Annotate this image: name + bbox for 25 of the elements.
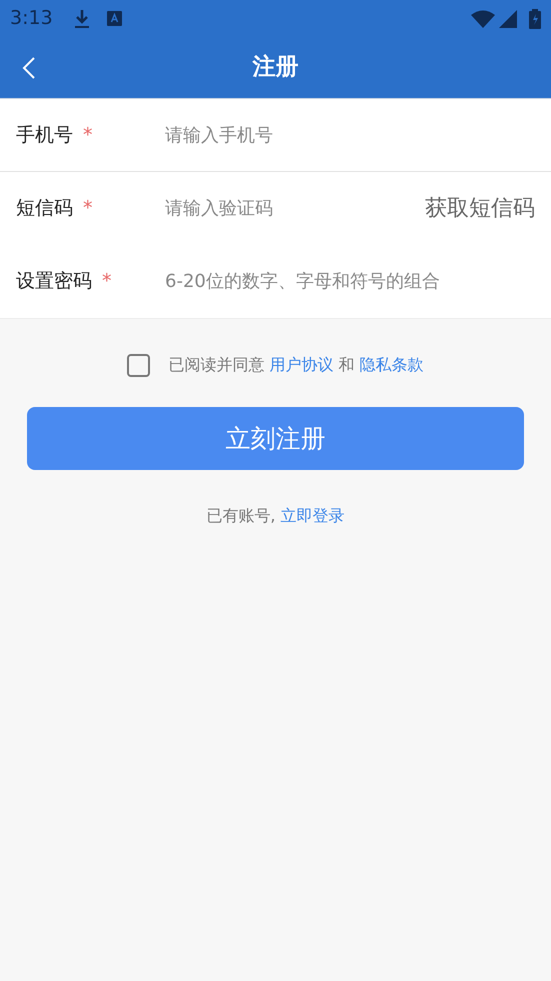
signal-icon [499,10,517,28]
input-field[interactable]: 6-20位的数字、字母和符号的组合 [165,262,535,302]
required-mark: * [83,196,92,222]
register-button[interactable]: 立刻注册 [27,407,524,470]
status-time: 3:13 [10,6,53,32]
keyboard-icon [106,11,122,26]
required-mark: * [83,122,92,148]
chevron-left-icon [22,56,36,80]
required-mark: * [102,269,112,294]
download-icon [72,8,91,28]
battery-icon [529,8,541,28]
get-code-button[interactable]: 获取短信码 [425,192,535,225]
login-link[interactable]: 立即登录 [280,506,345,525]
user-agreement-link[interactable]: 用户协议 [269,355,334,374]
input-field[interactable]: 请输入手机号 [165,115,535,155]
field-label: 设置密码 [16,269,92,294]
input-field[interactable]: 请输入验证码 [165,188,425,228]
agreement-checkbox[interactable] [127,354,150,376]
privacy-policy-link[interactable]: 隐私条款 [360,355,424,374]
login-prompt: 已有账号, 立即登录 [205,505,346,527]
field-label: 手机号 [16,122,73,148]
wifi-icon [471,10,495,28]
field-label: 短信码 [16,196,73,222]
agreement-text: 已阅读并同意 用户协议 和 隐私条款 [168,354,424,376]
page-title: 注册 [252,53,298,82]
